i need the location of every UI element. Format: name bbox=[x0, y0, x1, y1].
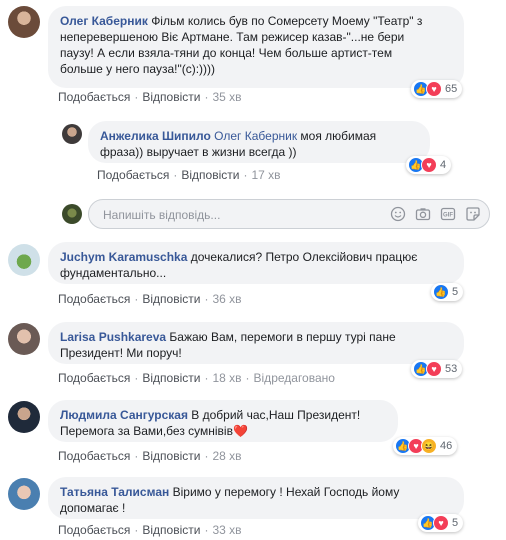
comment-text-line: больше у него пауза!"(с):)))) bbox=[60, 62, 216, 76]
comment-author[interactable]: Татьяна Талисман bbox=[60, 485, 169, 499]
comment-text-line: Фільм колись був по Сомерсету Моему "Теа… bbox=[151, 14, 423, 28]
separator-dot: · bbox=[134, 371, 139, 385]
like-button[interactable]: Подобається bbox=[58, 449, 130, 463]
separator-dot: · bbox=[134, 449, 139, 463]
comment-text-line: фундаментально... bbox=[60, 266, 167, 280]
separator-dot: · bbox=[243, 168, 248, 182]
comment-text-line: В добрий час,Наш Президент! bbox=[191, 408, 361, 422]
reaction-count: 5 bbox=[452, 286, 459, 298]
separator-dot: · bbox=[134, 292, 139, 306]
comment-author[interactable]: Людмила Сангурская bbox=[60, 408, 188, 422]
separator-dot: · bbox=[204, 292, 209, 306]
svg-text:GIF: GIF bbox=[443, 213, 453, 219]
comment-text-line: Перемога за Вами,без сумнівів❤️ bbox=[60, 424, 248, 438]
avatar[interactable] bbox=[8, 401, 40, 433]
love-reaction-icon: ♥ bbox=[426, 81, 442, 97]
comment-timestamp[interactable]: 36 хв bbox=[212, 292, 241, 306]
like-button[interactable]: Подобається bbox=[58, 371, 130, 385]
comment-text-line: допомагає ! bbox=[60, 501, 126, 515]
reaction-summary[interactable]: 👍 ♥ 4 bbox=[406, 156, 452, 174]
like-button[interactable]: Подобається bbox=[58, 292, 130, 306]
reply-input-actions: GIF bbox=[390, 206, 481, 222]
separator-dot: · bbox=[204, 523, 209, 537]
comment-text-line: паузу! А если взяла-тяни до конца! Чем б… bbox=[60, 46, 393, 60]
comment-text-line: неперевершеною Віє Артмане. Там режисер … bbox=[60, 30, 405, 44]
like-reaction-icon: 👍 bbox=[433, 284, 449, 300]
reply-button[interactable]: Відповісти bbox=[142, 90, 200, 104]
reply-button[interactable]: Відповісти bbox=[142, 449, 200, 463]
comment-timestamp[interactable]: 35 хв bbox=[212, 90, 241, 104]
mentioned-user-link[interactable]: Олег Каберник bbox=[214, 129, 297, 143]
reaction-count: 4 bbox=[440, 159, 447, 171]
comment-bubble: Людмила Сангурская В добрий час,Наш През… bbox=[48, 400, 398, 442]
comment-text-line: Президент! Ми поруч! bbox=[60, 346, 182, 360]
reaction-count: 53 bbox=[445, 363, 458, 375]
comment-bubble: Juchym Karamuschka дочекалися? Петро Оле… bbox=[48, 242, 464, 284]
separator-dot: · bbox=[204, 90, 209, 104]
comment-bubble: Анжелика Шипило Олег Каберник моя любима… bbox=[88, 121, 430, 163]
avatar[interactable] bbox=[8, 323, 40, 355]
reaction-summary[interactable]: 👍 ♥ 5 bbox=[418, 514, 464, 532]
reply-input-box[interactable]: GIF bbox=[88, 199, 490, 229]
like-button[interactable]: Подобається bbox=[58, 523, 130, 537]
like-button[interactable]: Подобається bbox=[58, 90, 130, 104]
separator-dot: · bbox=[204, 449, 209, 463]
sticker-icon[interactable] bbox=[465, 206, 481, 222]
comment-actions: Подобається · Відповісти · 36 хв bbox=[58, 292, 242, 306]
reply-input[interactable] bbox=[101, 207, 355, 223]
comment-timestamp[interactable]: 17 хв bbox=[251, 168, 280, 182]
separator-dot: · bbox=[134, 523, 139, 537]
reaction-summary[interactable]: 👍 ♥ 53 bbox=[411, 360, 463, 378]
avatar[interactable] bbox=[8, 6, 40, 38]
comment-author[interactable]: Анжелика Шипило bbox=[100, 129, 211, 143]
comment-timestamp[interactable]: 33 хв bbox=[212, 523, 241, 537]
separator-dot: · bbox=[134, 90, 139, 104]
comment-actions: Подобається · Відповісти · 18 хв · Відредагова… bbox=[58, 371, 335, 385]
comment-text-line: моя любимая bbox=[300, 129, 377, 143]
comment-text-line: фраза)) выручает в жизни всегда )) bbox=[100, 145, 297, 159]
like-button[interactable]: Подобається bbox=[97, 168, 169, 182]
reply-button[interactable]: Відповісти bbox=[142, 371, 200, 385]
comment-bubble: Татьяна Талисман Віримо у перемогу ! Нех… bbox=[48, 477, 464, 519]
comment-timestamp[interactable]: 18 хв bbox=[212, 371, 241, 385]
separator-dot: · bbox=[173, 168, 178, 182]
comment-author[interactable]: Олег Каберник bbox=[60, 14, 148, 28]
gif-icon[interactable]: GIF bbox=[440, 206, 456, 222]
avatar[interactable] bbox=[8, 478, 40, 510]
love-reaction-icon: ♥ bbox=[433, 515, 449, 531]
avatar[interactable] bbox=[8, 244, 40, 276]
edited-label[interactable]: Відредаговано bbox=[254, 371, 335, 385]
reaction-summary[interactable]: 👍 ♥ 😆 46 bbox=[393, 437, 458, 455]
love-reaction-icon: ♥ bbox=[426, 361, 442, 377]
comment-text-line: Віримо у перемогу ! Нехай Господь йому bbox=[172, 485, 400, 499]
comment-actions: Подобається · Відповісти · 35 хв bbox=[58, 90, 242, 104]
reaction-summary[interactable]: 👍 ♥ 65 bbox=[411, 80, 463, 98]
reaction-count: 65 bbox=[445, 83, 458, 95]
camera-icon[interactable] bbox=[415, 206, 431, 222]
avatar[interactable] bbox=[62, 124, 82, 144]
comment-bubble: Larisa Pushkareva Бажаю Вам, перемоги в … bbox=[48, 322, 464, 364]
reply-button[interactable]: Відповісти bbox=[181, 168, 239, 182]
reaction-summary[interactable]: 👍 5 bbox=[431, 283, 464, 301]
reply-button[interactable]: Відповісти bbox=[142, 523, 200, 537]
comment-actions: Подобається · Відповісти · 28 хв bbox=[58, 449, 242, 463]
comment-author[interactable]: Juchym Karamuschka bbox=[60, 250, 187, 264]
haha-reaction-icon: 😆 bbox=[421, 438, 437, 454]
reaction-count: 46 bbox=[440, 440, 453, 452]
comment-author[interactable]: Larisa Pushkareva bbox=[60, 330, 166, 344]
comment-timestamp[interactable]: 28 хв bbox=[212, 449, 241, 463]
separator-dot: · bbox=[245, 371, 250, 385]
comment-actions: Подобається · Відповісти · 17 хв bbox=[97, 168, 281, 182]
love-reaction-icon: ♥ bbox=[421, 157, 437, 173]
reply-button[interactable]: Відповісти bbox=[142, 292, 200, 306]
comment-text-line: Бажаю Вам, перемоги в першу турі пане bbox=[169, 330, 396, 344]
comment-bubble: Олег Каберник Фільм колись був по Сомерс… bbox=[48, 6, 464, 88]
emoji-icon[interactable] bbox=[390, 206, 406, 222]
current-user-avatar bbox=[62, 204, 82, 224]
comment-text-line: дочекалися? Петро Олексійович працює bbox=[190, 250, 418, 264]
separator-dot: · bbox=[204, 371, 209, 385]
comment-actions: Подобається · Відповісти · 33 хв bbox=[58, 523, 242, 537]
reaction-count: 5 bbox=[452, 517, 459, 529]
